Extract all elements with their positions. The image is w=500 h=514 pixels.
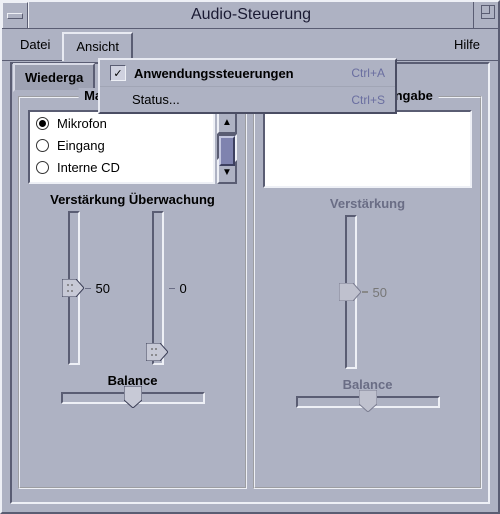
panels: Master-Eingabe Mikrofon Eingang [12,90,488,495]
radio-icon [36,161,49,174]
monitor-thumb[interactable] [146,343,168,361]
monitor-slider[interactable]: 0 [152,211,198,365]
tick-icon [85,288,91,289]
titlebar: Audio-Steuerung [2,2,498,29]
balance-slider-left[interactable] [20,392,245,404]
window-menu-icon [7,13,23,19]
gain-thumb[interactable] [62,279,84,297]
menu-item-app-controls[interactable]: ✓ Anwendungssteuerungen Ctrl+A [100,60,395,87]
app-gain-slider-row: 50 [255,215,480,369]
monitor-value: 0 [180,281,198,296]
app-listbox[interactable] [263,110,472,188]
scroll-track[interactable] [217,134,237,160]
balance-track-right [296,396,440,408]
menu-view[interactable]: Ansicht [62,32,133,61]
menu-item-accel: Ctrl+S [351,93,385,107]
app-gain-track [345,215,357,369]
menu-item-accel: Ctrl+A [351,66,385,80]
audio-control-window: Audio-Steuerung Datei Ansicht Hilfe Wied… [0,0,500,514]
menu-item-label: Status... [132,92,351,107]
source-option-mikrofon[interactable]: Mikrofon [30,112,213,134]
gain-slider[interactable]: 50 [68,211,114,365]
menu-file[interactable]: Datei [8,32,62,60]
menu-help[interactable]: Hilfe [442,32,492,60]
gain-track[interactable] [68,211,80,365]
resize-icon [481,5,495,19]
monitor-track[interactable] [152,211,164,365]
gain-monitor-label: Verstärkung Überwachung [20,192,245,207]
source-option-interne-cd[interactable]: Interne CD [30,156,213,178]
app-gain-value: 50 [373,285,391,300]
chevron-up-icon: ▲ [222,117,232,128]
source-label: Eingang [57,138,105,153]
content-area: Wiederga Master-Eingabe Mikrofon Eingang [10,62,490,504]
source-label: Interne CD [57,160,120,175]
source-list-wrap: Mikrofon Eingang Interne CD ▲ [28,110,237,184]
window-resize-button[interactable] [473,2,498,28]
balance-track[interactable] [61,392,205,404]
source-label: Mikrofon [57,116,107,131]
balance-thumb-right [359,390,377,412]
panel-app-input: Anwendungseingabe Verstärkung 50 [253,96,482,489]
gain-label-right: Verstärkung [255,196,480,211]
chevron-down-icon: ▼ [222,167,232,178]
window-title: Audio-Steuerung [28,2,473,28]
tick-icon [362,291,368,293]
balance-thumb[interactable] [124,386,142,408]
menu-item-label: Anwendungssteuerungen [134,66,351,81]
app-gain-slider: 50 [345,215,391,369]
balance-slider-right [255,396,480,408]
scroll-thumb[interactable] [219,136,235,166]
window-menu-button[interactable] [2,2,28,28]
tick-icon [169,288,175,289]
menubar: Datei Ansicht Hilfe [2,29,498,61]
checkbox-icon: ✓ [110,65,126,81]
source-scrollbar[interactable]: ▲ ▼ [217,110,237,184]
gain-monitor-sliders: 50 0 [20,211,245,365]
radio-icon [36,117,49,130]
gain-value: 50 [96,281,114,296]
radio-icon [36,139,49,152]
menu-item-status[interactable]: Status... Ctrl+S [100,87,395,112]
source-option-eingang[interactable]: Eingang [30,134,213,156]
panel-master-input: Master-Eingabe Mikrofon Eingang [18,96,247,489]
view-menu-dropdown: ✓ Anwendungssteuerungen Ctrl+A Status...… [98,58,397,114]
source-listbox[interactable]: Mikrofon Eingang Interne CD [28,110,215,184]
app-gain-thumb [339,283,361,301]
